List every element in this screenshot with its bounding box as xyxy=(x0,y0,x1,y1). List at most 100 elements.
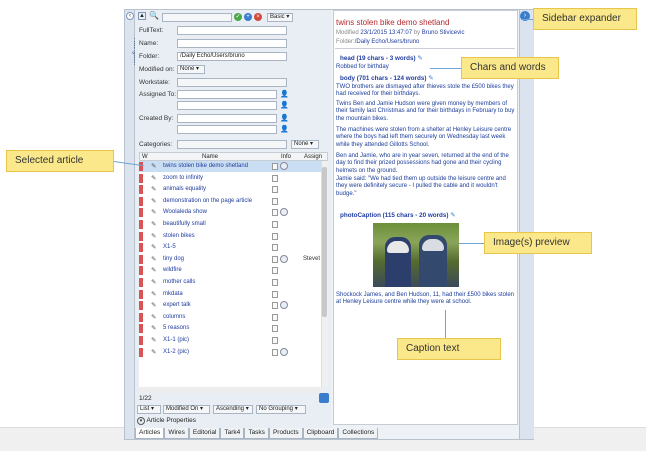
assigned-to-user-icon-2[interactable]: 👤 xyxy=(280,101,289,109)
table-row[interactable]: ✎ wildfire xyxy=(139,265,321,277)
article-name[interactable]: wildfire xyxy=(163,267,182,273)
table-row[interactable]: ✎ demonstration on the page article xyxy=(139,196,321,208)
article-name[interactable]: Woolaleda show xyxy=(163,209,207,215)
article-name[interactable]: columns xyxy=(163,314,185,320)
article-name[interactable]: twins stolen bike demo shetland xyxy=(163,163,248,169)
status-icon[interactable] xyxy=(280,208,288,217)
view-mode-dropdown[interactable]: List ▾ xyxy=(137,405,161,414)
column-header-w[interactable]: W xyxy=(142,154,148,160)
document-icon[interactable] xyxy=(272,313,278,321)
article-name[interactable]: X1-5 xyxy=(163,244,176,250)
article-name[interactable]: demonstration on the page article xyxy=(163,198,252,204)
image-preview[interactable] xyxy=(373,223,459,287)
article-name[interactable]: mother calls xyxy=(163,279,195,285)
sort-field-dropdown[interactable]: Modified On ▾ xyxy=(163,405,210,414)
status-icon[interactable] xyxy=(280,254,288,263)
tab-products[interactable]: Products xyxy=(268,428,303,439)
search-mode-dropdown[interactable]: Basic ▾ xyxy=(267,13,293,22)
column-header-name[interactable]: Name xyxy=(202,154,218,160)
table-row[interactable]: ✎ twins stolen bike demo shetland xyxy=(139,161,321,173)
created-by-input[interactable] xyxy=(177,114,277,123)
document-icon[interactable] xyxy=(272,209,278,217)
article-name[interactable]: 5 reasons xyxy=(163,325,189,331)
document-icon[interactable] xyxy=(272,302,278,310)
table-row[interactable]: ✎ stolen bikes xyxy=(139,231,321,243)
article-name[interactable]: X1-2 (pic) xyxy=(163,349,189,355)
categories-operator-dropdown[interactable]: None ▾ xyxy=(291,140,319,149)
grouping-dropdown[interactable]: No Grouping ▾ xyxy=(256,405,306,414)
document-icon[interactable] xyxy=(272,325,278,333)
table-row[interactable]: ✎ mother calls xyxy=(139,277,321,289)
fulltext-input[interactable] xyxy=(177,26,287,35)
status-icon[interactable] xyxy=(280,301,288,310)
edit-icon[interactable]: ✎ xyxy=(428,75,433,82)
modified-on-dropdown[interactable]: None ▾ xyxy=(177,65,205,74)
collapse-search-icon[interactable]: ▲ xyxy=(138,12,146,20)
document-icon[interactable] xyxy=(272,174,278,182)
article-name[interactable]: stolen bikes xyxy=(163,233,195,239)
document-icon[interactable] xyxy=(272,244,278,252)
table-row[interactable]: ✎ expert talk xyxy=(139,300,321,312)
edit-icon[interactable]: ✎ xyxy=(450,212,455,219)
folder-input[interactable]: /Daily Echo/Users/bruno xyxy=(177,52,287,61)
document-icon[interactable] xyxy=(272,278,278,286)
column-header-assign[interactable]: Assign xyxy=(304,154,322,160)
table-row[interactable]: ✎ X1-5 xyxy=(139,242,321,254)
article-name[interactable]: X1-1 (pic) xyxy=(163,337,189,343)
edit-icon[interactable]: ✎ xyxy=(417,55,422,62)
categories-dropdown[interactable] xyxy=(177,140,287,149)
tab-clipboard[interactable]: Clipboard xyxy=(302,428,339,439)
search-icon[interactable]: 🔍 xyxy=(149,12,159,21)
remove-icon[interactable]: × xyxy=(254,13,262,21)
ok-icon[interactable]: ✓ xyxy=(234,13,242,21)
saved-search-dropdown[interactable] xyxy=(162,13,232,22)
tab-tasks[interactable]: Tasks xyxy=(244,428,269,439)
document-icon[interactable] xyxy=(272,290,278,298)
tab-articles[interactable]: Articles xyxy=(135,428,165,439)
table-row[interactable]: ✎ 5 reasons xyxy=(139,323,321,335)
assigned-to-user-icon[interactable]: 👤 xyxy=(280,90,289,98)
article-name[interactable]: expert talk xyxy=(163,302,191,308)
table-row[interactable]: ✎ animals equality xyxy=(139,184,321,196)
article-name[interactable]: mkdata xyxy=(163,291,183,297)
document-icon[interactable] xyxy=(272,163,278,170)
navigator-collapse-icon[interactable]: ‹ xyxy=(126,12,134,20)
tab-editorial[interactable]: Editorial xyxy=(188,428,221,439)
article-properties-expander[interactable]: ▾ Article Properties xyxy=(137,417,196,425)
article-name[interactable]: beautifully small xyxy=(163,221,206,227)
status-icon[interactable] xyxy=(280,347,288,356)
tab-wires[interactable]: Wires xyxy=(164,428,189,439)
created-by-input-2[interactable] xyxy=(177,125,277,134)
sort-direction-dropdown[interactable]: Ascending ▾ xyxy=(213,405,253,414)
article-name[interactable]: animals equality xyxy=(163,186,206,192)
document-icon[interactable] xyxy=(272,232,278,240)
name-input[interactable] xyxy=(177,39,287,48)
export-icon[interactable] xyxy=(319,393,329,403)
document-icon[interactable] xyxy=(272,267,278,275)
document-icon[interactable] xyxy=(272,336,278,344)
document-icon[interactable] xyxy=(272,197,278,205)
add-icon[interactable]: + xyxy=(244,13,252,21)
list-scrollbar-thumb[interactable] xyxy=(322,167,327,317)
article-name[interactable]: tiny dog xyxy=(163,256,184,262)
assigned-to-input-2[interactable] xyxy=(177,101,277,110)
workstate-dropdown[interactable] xyxy=(177,78,287,87)
article-name[interactable]: zoom to infinity xyxy=(163,175,203,181)
table-row[interactable]: ✎ mkdata xyxy=(139,289,321,301)
document-icon[interactable] xyxy=(272,348,278,356)
table-row[interactable]: ✎ X1-2 (pic) xyxy=(139,347,321,359)
created-by-user-icon-2[interactable]: 👤 xyxy=(280,125,289,133)
column-header-info[interactable]: Info xyxy=(281,154,291,160)
document-icon[interactable] xyxy=(272,255,278,263)
table-row[interactable]: ✎ X1-1 (pic) xyxy=(139,335,321,347)
table-row[interactable]: ✎ beautifully small xyxy=(139,219,321,231)
document-icon[interactable] xyxy=(272,220,278,228)
document-icon[interactable] xyxy=(272,186,278,194)
table-row[interactable]: ✎ columns xyxy=(139,312,321,324)
assigned-to-input[interactable] xyxy=(177,90,277,99)
tab-tark4[interactable]: Tark4 xyxy=(220,428,245,439)
list-horizontal-scrollbar[interactable] xyxy=(139,387,321,393)
created-by-user-icon[interactable]: 👤 xyxy=(280,114,289,122)
tab-collections[interactable]: Collections xyxy=(338,428,379,439)
table-row[interactable]: ✎ zoom to infinity xyxy=(139,173,321,185)
